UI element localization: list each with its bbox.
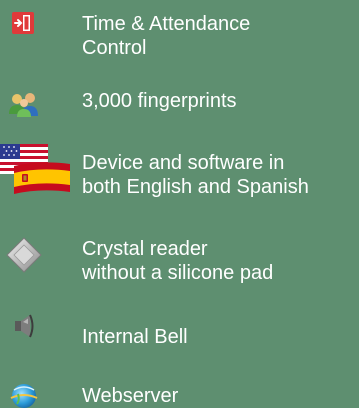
feature-label-line-1: Crystal reader [82, 238, 208, 260]
feature-label-line-2: both English and Spanish [82, 176, 309, 198]
feature-label-line-1: Webserver [82, 385, 179, 407]
feature-label-line-2: without a silicone pad [82, 262, 274, 284]
feature-label-line-2: Control [82, 37, 147, 59]
feature-label-line-1: Internal Bell [82, 326, 188, 348]
us-spain-flags-icon [0, 144, 70, 194]
crystal-diamond-icon [6, 237, 42, 273]
exit-door-icon [12, 12, 34, 34]
internet-globe-icon [10, 384, 38, 408]
speaker-bell-icon [15, 314, 34, 338]
feature-label-line-1: Device and software in [82, 152, 285, 174]
users-group-icon [9, 93, 38, 117]
feature-label-line-1: Time & Attendance [82, 13, 251, 35]
feature-label-line-1: 3,000 fingerprints [82, 90, 237, 112]
feature-panel: { "features": [ { "icon": "exit-door-ico… [0, 0, 359, 408]
